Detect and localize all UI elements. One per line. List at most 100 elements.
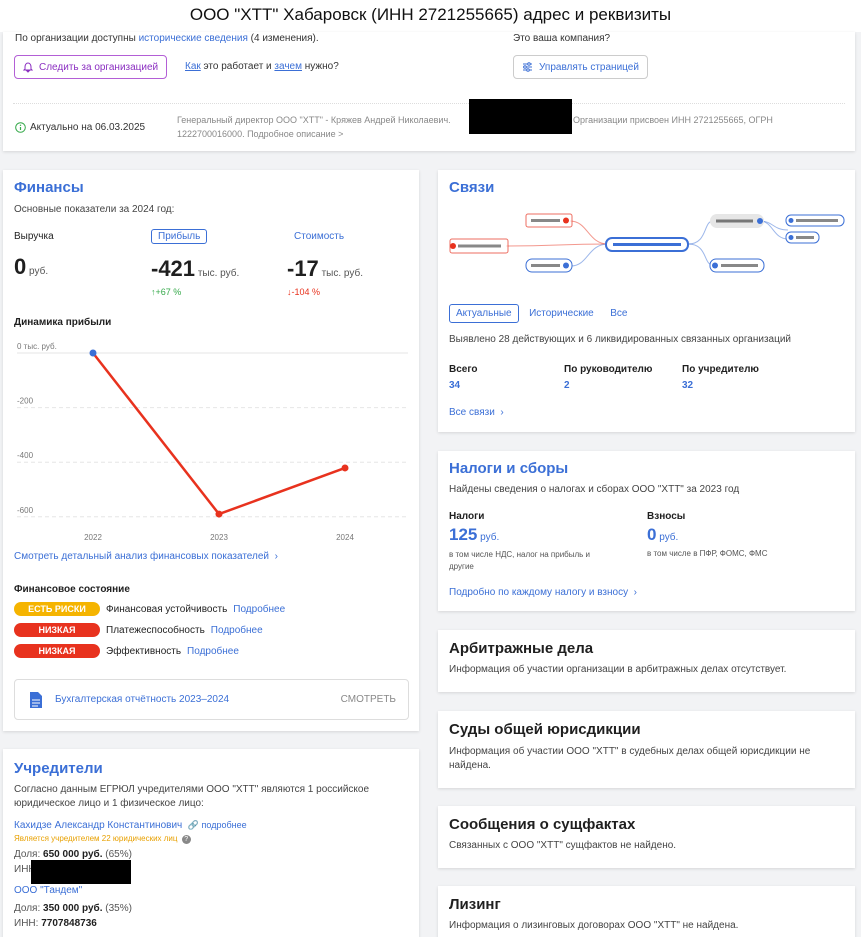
state-row: НИЗКАЯ Платежеспособность Подробнее xyxy=(14,623,263,637)
state-row: НИЗКАЯ Эффективность Подробнее xyxy=(14,644,239,658)
tax-note: в том числе НДС, налог на прибыль и друг… xyxy=(449,550,591,571)
dynamics-title: Динамика прибыли xyxy=(14,317,112,328)
actual-status: Актуально на 06.03.2025 xyxy=(15,122,145,133)
courts-card[interactable]: Суды общей юрисдикции Информация об учас… xyxy=(438,711,855,788)
data-point[interactable] xyxy=(341,464,349,472)
founder-org-inn: ИНН: 7707848736 xyxy=(14,918,97,929)
summary-line-2: Организации присвоен ИНН 2721255665, ОГР… xyxy=(573,115,773,125)
stat-total-label: Всего xyxy=(449,364,478,375)
x-tick-label: 2022 xyxy=(84,533,102,542)
history-link[interactable]: исторические сведения xyxy=(139,33,248,44)
all-links-link[interactable]: Все связи › xyxy=(449,407,504,418)
fee-label: Взносы xyxy=(647,511,686,522)
cost-tab[interactable]: Стоимость xyxy=(294,231,344,242)
profit-tab[interactable]: Прибыль xyxy=(151,229,208,244)
facts-title: Сообщения о сущфактах xyxy=(449,816,636,833)
stat-director-label: По руководителю xyxy=(564,364,653,375)
divider xyxy=(13,103,845,104)
why-link[interactable]: зачем xyxy=(274,61,302,72)
stat-total-value[interactable]: 34 xyxy=(449,380,460,391)
founders-card: Учредители Согласно данным ЕГРЮЛ учредит… xyxy=(3,749,419,937)
tab-all[interactable]: Все xyxy=(604,305,633,322)
info-check-icon xyxy=(15,122,26,133)
fee-metric[interactable]: 0 руб. xyxy=(647,525,678,545)
data-point[interactable] xyxy=(215,510,223,518)
redaction-block xyxy=(31,860,131,884)
state-row: ЕСТЬ РИСКИ Финансовая устойчивость Подробн… xyxy=(14,602,285,616)
tax-metric[interactable]: 125 руб. xyxy=(449,525,499,545)
taxes-card: Налоги и сборы Найдены сведения о налога… xyxy=(438,451,855,611)
state-title: Финансовое состояние xyxy=(14,584,130,595)
founder-person-note: Является учредителем 22 юридических лиц … xyxy=(14,834,191,844)
summary-line-3[interactable]: 1222700016000. Подробное описание > xyxy=(177,129,343,139)
courts-title: Суды общей юрисдикции xyxy=(449,721,641,738)
company-header-card: По организации доступны исторические све… xyxy=(3,32,855,151)
history-note: По организации доступны исторические све… xyxy=(15,33,319,44)
arbitration-card[interactable]: Арбитражные дела Информация об участии о… xyxy=(438,630,855,692)
how-link[interactable]: Как xyxy=(185,61,201,72)
revenue-label: Выручка xyxy=(14,231,54,242)
facts-text: Связанных с ООО "ХТТ" сущфактов не найде… xyxy=(449,840,677,851)
leasing-text: Информация о лизинговых договорах ООО "Х… xyxy=(449,920,739,931)
page-title: ООО "ХТТ" Хабаровск (ИНН 2721255665) адр… xyxy=(0,0,861,32)
y-tick-label: 0 тыс. руб. xyxy=(17,342,57,351)
state-more-link[interactable]: Подробнее xyxy=(187,646,239,657)
stat-founder-label: По учредителю xyxy=(682,364,759,375)
taxes-detail-link[interactable]: Подробно по каждому налогу и взносу › xyxy=(449,587,637,598)
arbitration-title: Арбитражные дела xyxy=(449,640,594,657)
fee-note: в том числе в ПФР, ФОМС, ФМС xyxy=(647,549,768,558)
tax-label: Налоги xyxy=(449,511,485,522)
links-tabs: Актуальные Исторические Все xyxy=(449,303,633,323)
founders-title: Учредители xyxy=(14,760,103,777)
founder-person-more[interactable]: подробнее xyxy=(202,820,247,830)
profit-metric: -421 тыс. руб. xyxy=(151,256,240,281)
leasing-card[interactable]: Лизинг Информация о лизинговых договорах… xyxy=(438,886,855,937)
founder-person-share: Доля: 650 000 руб. (65%) xyxy=(14,849,132,860)
stat-director-value[interactable]: 2 xyxy=(564,380,570,391)
report-box[interactable]: Бухгалтерская отчётность 2023–2024 СМОТР… xyxy=(14,679,409,720)
document-icon xyxy=(30,692,42,708)
summary-line-1: Генеральный директор ООО "ХТТ" - Кряжев … xyxy=(177,115,451,125)
founder-org-link[interactable]: ООО "Тандем" xyxy=(14,885,82,896)
report-action[interactable]: СМОТРЕТЬ xyxy=(341,694,396,705)
founder-person-link[interactable]: Кахидзе Александр Константинович xyxy=(14,820,182,831)
leasing-title: Лизинг xyxy=(449,896,501,913)
tab-actual[interactable]: Актуальные xyxy=(449,304,519,323)
state-badge: ЕСТЬ РИСКИ xyxy=(14,602,100,616)
y-tick-label: -600 xyxy=(17,506,34,515)
analysis-link[interactable]: Смотреть детальный анализ финансовых пок… xyxy=(14,551,278,562)
arbitration-text: Информация об участии организации в арби… xyxy=(449,664,787,675)
follow-button[interactable]: Следить за организацией xyxy=(14,55,168,79)
help-icon[interactable]: ? xyxy=(181,835,191,844)
links-desc: Выявлено 28 действующих и 6 ликвидирован… xyxy=(449,334,792,345)
stat-founder-value[interactable]: 32 xyxy=(682,380,693,391)
profit-change: ↑+67 % xyxy=(151,287,182,297)
your-company-label: Это ваша компания? xyxy=(513,33,611,44)
finance-card: Финансы Основные показатели за 2024 год:… xyxy=(3,170,419,731)
state-more-link[interactable]: Подробнее xyxy=(211,625,263,636)
cost-metric: -17 тыс. руб. xyxy=(287,256,363,281)
series-line-segment xyxy=(92,352,220,515)
link-icon: 🔗 xyxy=(185,820,199,830)
links-graph xyxy=(449,213,845,273)
x-tick-label: 2024 xyxy=(336,533,354,542)
profit-chart: 0 тыс. руб. -200 -400 -600 2022 2023 2024 xyxy=(17,342,408,542)
chevron-right-icon: › xyxy=(497,407,504,418)
finance-subtitle: Основные показатели за 2024 год: xyxy=(14,204,175,215)
sliders-icon xyxy=(523,62,532,72)
y-tick-label: -400 xyxy=(17,451,34,460)
series-line-segment xyxy=(218,466,346,516)
manage-page-button[interactable]: Управлять страницей xyxy=(513,55,648,79)
data-point[interactable] xyxy=(89,349,97,357)
state-badge: НИЗКАЯ xyxy=(14,644,100,658)
state-more-link[interactable]: Подробнее xyxy=(233,604,285,615)
founders-desc: Согласно данным ЕГРЮЛ учредителями ООО "… xyxy=(14,784,370,809)
y-tick-label: -200 xyxy=(17,397,34,406)
state-badge: НИЗКАЯ xyxy=(14,623,100,637)
chevron-right-icon: › xyxy=(630,587,637,598)
facts-card[interactable]: Сообщения о сущфактах Связанных с ООО "Х… xyxy=(438,806,855,868)
how-it-works: Как это работает и зачем нужно? xyxy=(185,61,339,72)
taxes-title: Налоги и сборы xyxy=(449,460,569,477)
tab-historical[interactable]: Исторические xyxy=(523,305,600,322)
chevron-right-icon: › xyxy=(271,551,278,562)
